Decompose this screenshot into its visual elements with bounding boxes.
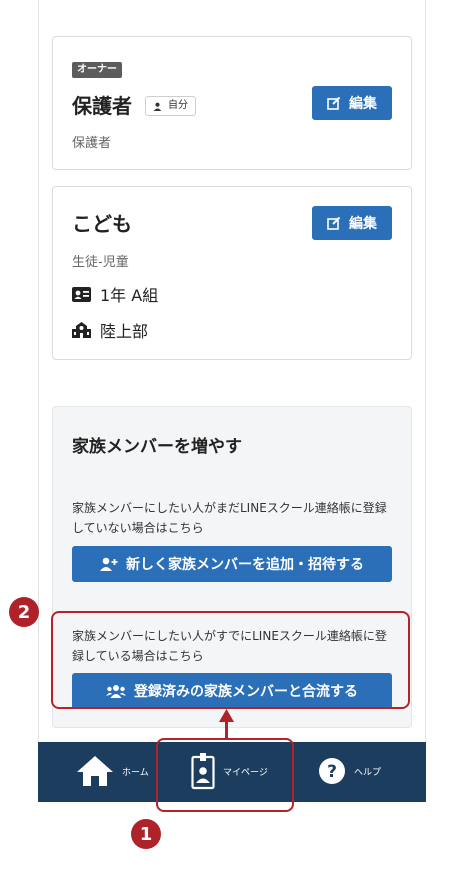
child-edit-button[interactable]: 編集 (312, 206, 392, 240)
invite-button-label: 新しく家族メンバーを追加・招待する (126, 557, 364, 573)
child-role: 生徒-児童 (72, 255, 129, 270)
edit-icon (327, 216, 341, 230)
invite-button[interactable]: 新しく家族メンバーを追加・招待する (72, 546, 392, 582)
nav-home-label: ホーム (122, 767, 149, 778)
child-edit-label: 編集 (349, 216, 377, 232)
step-1-marker: 1 (131, 819, 161, 849)
self-tag: 自分 (145, 96, 196, 116)
self-tag-label: 自分 (168, 100, 188, 111)
id-card-icon (72, 286, 91, 302)
child-name: こども (72, 212, 132, 236)
add-user-icon (100, 557, 118, 571)
school-icon (72, 322, 91, 338)
step-2-marker: 2 (9, 597, 39, 627)
svg-text:?: ? (327, 762, 337, 782)
home-icon (77, 756, 113, 786)
mypage-highlight-frame (156, 738, 294, 812)
invite-description: 家族メンバーにしたい人がまだLINEスクール連絡帳に登録していない場合はこちら (72, 501, 387, 535)
owner-badge: オーナー (72, 62, 122, 78)
edit-icon (327, 96, 341, 110)
club-row: 陸上部 (72, 318, 148, 342)
add-family-title: 家族メンバーを増やす (72, 437, 242, 457)
class-row: 1年 A組 (72, 282, 158, 306)
class-label: 1年 A組 (100, 286, 159, 305)
annotation-arrow-line (225, 720, 228, 740)
merge-highlight-frame (51, 611, 410, 709)
nav-help-label: ヘルプ (354, 767, 382, 778)
help-icon: ? (319, 758, 345, 784)
owner-edit-button[interactable]: 編集 (312, 86, 392, 120)
annotation-arrow-head (219, 709, 234, 722)
owner-edit-label: 編集 (349, 96, 377, 112)
owner-role: 保護者 (72, 136, 112, 151)
owner-name: 保護者 (72, 94, 132, 118)
person-icon (153, 102, 162, 111)
nav-help[interactable]: ? ヘルプ (318, 757, 381, 785)
club-label: 陸上部 (100, 322, 149, 341)
nav-home[interactable]: ホーム (76, 755, 149, 787)
